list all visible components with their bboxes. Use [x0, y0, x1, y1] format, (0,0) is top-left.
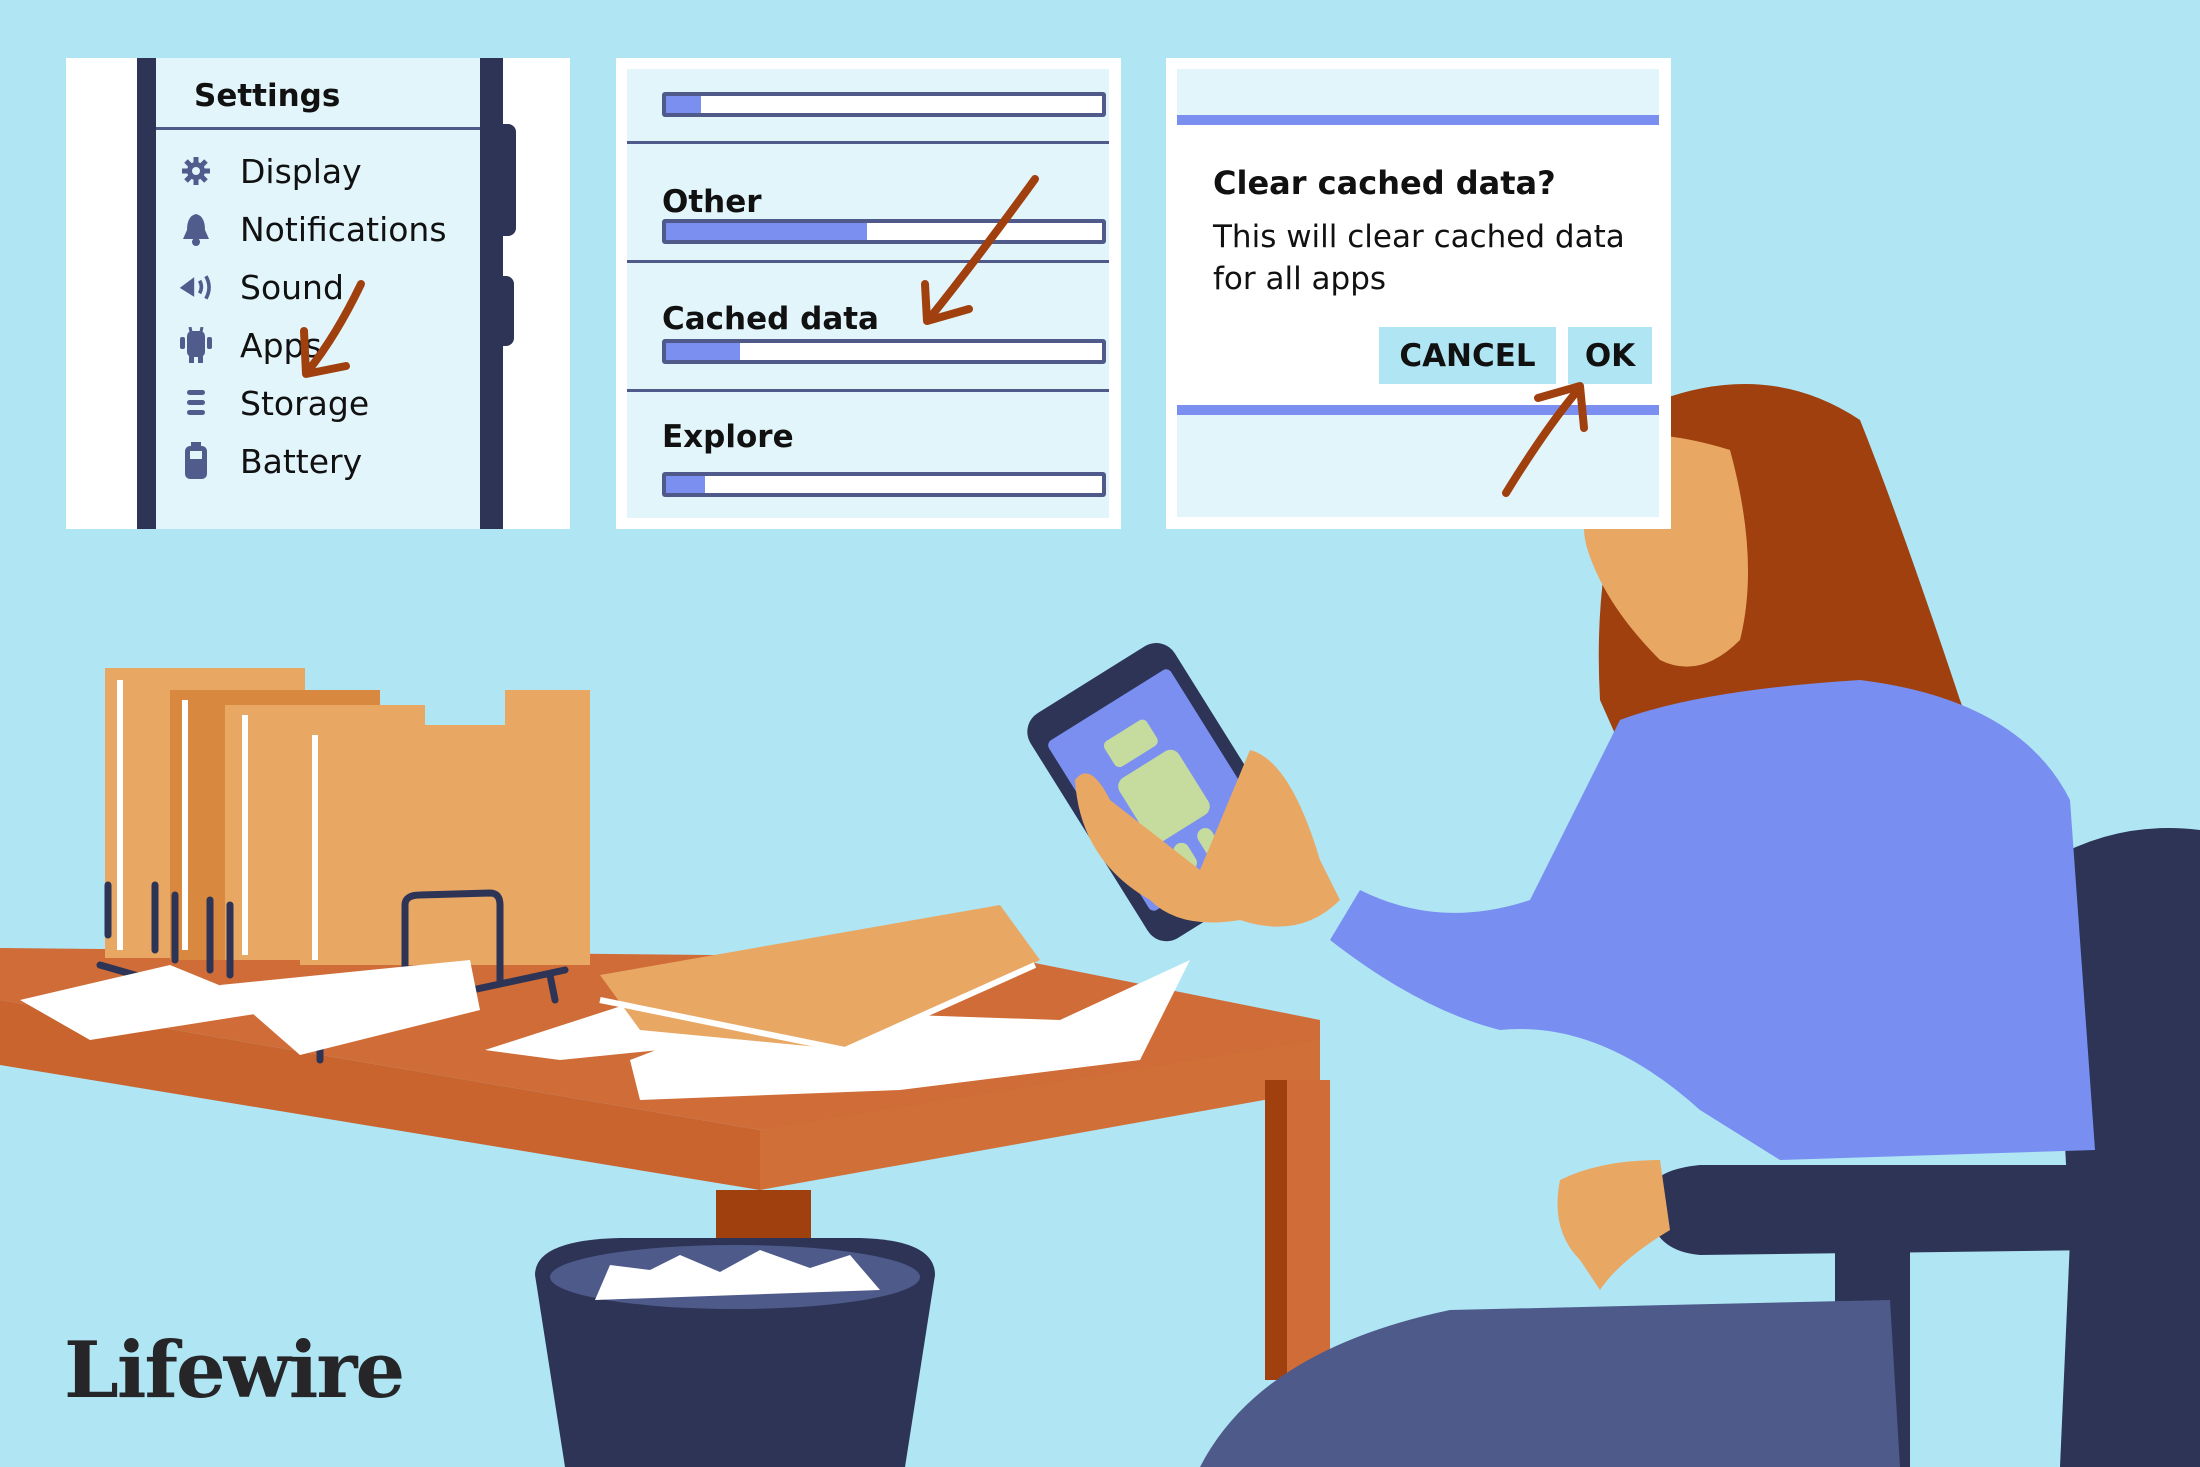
settings-title: Settings	[194, 78, 341, 114]
wastebasket	[535, 1238, 935, 1467]
storage-screen: Other Cached data Explore	[627, 69, 1109, 518]
divider	[627, 141, 1109, 144]
storage-row-label: Explore	[662, 419, 794, 455]
bell-icon	[178, 211, 214, 247]
divider	[1177, 115, 1659, 125]
dialog-backdrop-top	[1177, 69, 1659, 115]
dialog-message: This will clear cached data for all apps	[1213, 219, 1625, 297]
storage-bar-fill	[666, 343, 741, 360]
menu-item-display[interactable]: Display	[178, 146, 362, 196]
lifewire-logo: Lifewire	[64, 1325, 405, 1416]
divider	[156, 127, 480, 130]
clear-cache-dialog-panel: Clear cached data? This will clear cache…	[1166, 58, 1671, 529]
speaker-icon	[178, 269, 214, 305]
settings-panel: Settings Display Notifications Sound App…	[66, 58, 570, 529]
settings-screen: Settings Display Notifications Sound App…	[156, 58, 480, 529]
storage-row-label: Cached data	[662, 301, 879, 337]
battery-icon	[178, 442, 214, 479]
android-icon	[178, 327, 214, 363]
phone-side-button	[500, 276, 514, 346]
dialog-title: Clear cached data?	[1213, 164, 1556, 202]
phone-bezel-left	[137, 58, 156, 529]
storage-bar-fill	[666, 223, 867, 240]
storage-bar	[662, 92, 1106, 117]
menu-item-label: Storage	[240, 383, 370, 423]
menu-item-notifications[interactable]: Notifications	[178, 204, 447, 254]
woman-illustration	[1200, 384, 2095, 1467]
storage-bar	[662, 472, 1106, 497]
menu-item-battery[interactable]: Battery	[178, 436, 362, 486]
gear-icon	[178, 153, 214, 189]
storage-row-label: Other	[662, 184, 762, 220]
phone-side-button	[500, 124, 516, 236]
storage-panel: Other Cached data Explore	[616, 58, 1121, 529]
storage-bar	[662, 339, 1106, 364]
pointer-arrow-icon	[921, 175, 1039, 325]
divider	[627, 389, 1109, 392]
pointer-arrow-icon	[1502, 382, 1588, 497]
menu-item-label: Battery	[240, 441, 363, 481]
storage-bar-fill	[666, 476, 706, 493]
menu-item-label: Notifications	[240, 209, 447, 249]
pointer-arrow-icon	[300, 280, 365, 378]
menu-item-label: Display	[240, 151, 362, 191]
storage-icon	[178, 385, 214, 421]
storage-bar-fill	[666, 96, 701, 113]
